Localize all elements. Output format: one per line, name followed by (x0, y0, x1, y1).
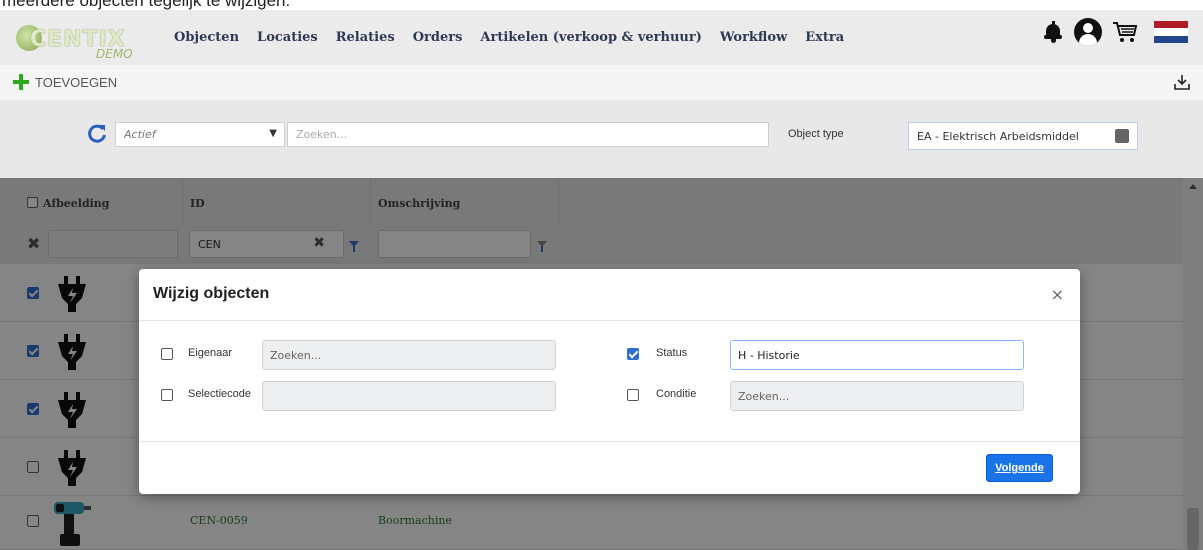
bell-icon[interactable] (1042, 20, 1064, 44)
chevron-down-icon: ▼ (269, 128, 277, 139)
nav-icons (1042, 18, 1188, 46)
action-toolbar: TOEVOEGEN (0, 65, 1203, 100)
main-menu: Objecten Locaties Relaties Orders Artike… (165, 10, 853, 65)
flag-red-stripe (1154, 21, 1188, 29)
conditie-label: Conditie (656, 388, 697, 400)
edit-objects-modal: Wijzig objecten × Eigenaar Zoeken... Sta… (139, 269, 1080, 494)
refresh-icon[interactable] (86, 122, 108, 144)
modal-row-1: Eigenaar Zoeken... Status H - Historie (139, 338, 1080, 370)
nav-locaties[interactable]: Locaties (257, 30, 318, 45)
logo-demo-tag: DEMO (96, 47, 133, 61)
object-type-field[interactable]: EA - Elektrisch Arbeidsmiddel (908, 122, 1138, 150)
selectiecode-label: Selectiecode (188, 388, 251, 400)
next-button[interactable]: Volgende (986, 454, 1053, 482)
status-checkbox[interactable] (627, 348, 639, 360)
eigenaar-input[interactable]: Zoeken... (262, 340, 556, 370)
nav-artikelen[interactable]: Artikelen (verkoop & verhuur) (480, 30, 701, 45)
modal-row-2: Selectiecode Conditie Zoeken... (139, 379, 1080, 411)
object-type-label: Object type (788, 128, 844, 140)
eigenaar-checkbox[interactable] (161, 348, 173, 360)
status-input[interactable]: H - Historie (730, 340, 1024, 370)
centix-logo[interactable]: CENTIX DEMO (16, 19, 140, 61)
download-icon[interactable] (1173, 73, 1191, 91)
status-filter-select[interactable]: Actief ▼ (115, 122, 285, 147)
add-button-label: TOEVOEGEN (35, 74, 118, 90)
modal-title: Wijzig objecten (153, 285, 270, 302)
top-navbar: CENTIX DEMO Objecten Locaties Relaties O… (0, 10, 1203, 65)
lookup-icon[interactable] (1115, 129, 1129, 143)
plus-icon (12, 73, 30, 91)
status-filter-value: Actief (124, 128, 156, 141)
nav-workflow[interactable]: Workflow (720, 30, 787, 45)
filter-bar: Actief ▼ Zoeken... Object type EA - Elek… (0, 100, 1203, 178)
selectiecode-checkbox[interactable] (161, 389, 173, 401)
user-icon[interactable] (1074, 18, 1102, 46)
flag-nl-icon[interactable] (1154, 21, 1188, 43)
add-button[interactable]: TOEVOEGEN (12, 73, 117, 91)
caption-label: meerdere objecten tegelijk te wijzigen: (2, 0, 291, 10)
nav-extra[interactable]: Extra (805, 30, 844, 45)
status-label: Status (656, 347, 688, 359)
modal-header: Wijzig objecten × (139, 269, 1080, 321)
eigenaar-label: Eigenaar (188, 347, 233, 359)
object-type-value: EA - Elektrisch Arbeidsmiddel (917, 130, 1079, 143)
modal-footer: Volgende (139, 441, 1080, 494)
close-icon[interactable]: × (1051, 285, 1064, 304)
cart-icon[interactable] (1112, 20, 1138, 44)
conditie-checkbox[interactable] (627, 389, 639, 401)
nav-orders[interactable]: Orders (413, 30, 463, 45)
selectiecode-input[interactable] (262, 381, 556, 411)
flag-white-stripe (1154, 28, 1188, 36)
nav-relaties[interactable]: Relaties (336, 30, 395, 45)
caption-text: meerdere objecten tegelijk te wijzigen: (0, 0, 1203, 10)
flag-blue-stripe (1154, 35, 1188, 43)
nav-objecten[interactable]: Objecten (174, 30, 239, 45)
conditie-input[interactable]: Zoeken... (730, 381, 1024, 411)
search-input[interactable]: Zoeken... (287, 122, 769, 147)
